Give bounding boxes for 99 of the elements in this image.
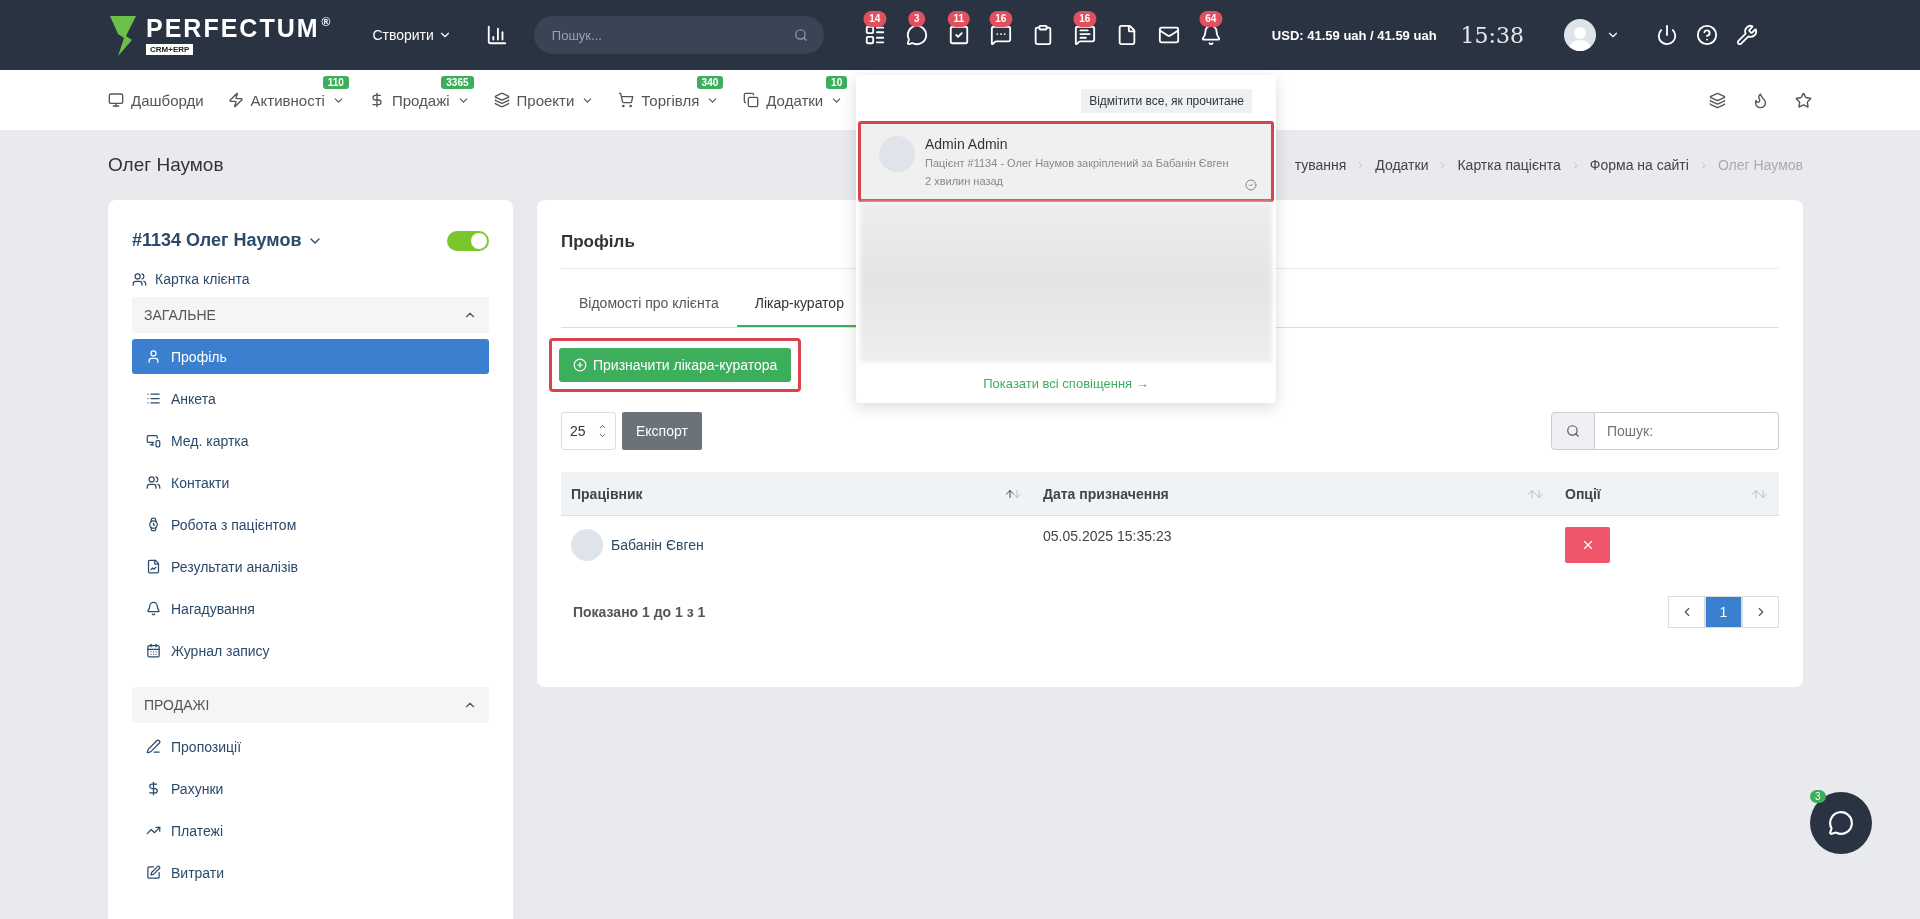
breadcrumb-link[interactable]: Форма на сайті	[1589, 157, 1689, 173]
nav-item[interactable]: Проекти	[493, 91, 595, 109]
message-icon[interactable]	[1073, 24, 1096, 46]
notification-author: Admin Admin	[925, 136, 1009, 152]
count-badge: 16	[989, 11, 1013, 27]
table-summary: Показано 1 до 1 з 1	[573, 604, 706, 620]
patient-title[interactable]: #1134 Олег Наумов	[132, 230, 324, 251]
layers-icon[interactable]	[1709, 91, 1726, 109]
sidebar-item[interactable]: Платежі	[132, 813, 489, 848]
mark-all-read-button[interactable]: Відмітити все, як прочитане	[1081, 89, 1252, 113]
count-badge: 340	[696, 75, 724, 89]
chat-icon[interactable]	[905, 24, 928, 46]
count-badge: 11	[947, 11, 971, 27]
checkbox-icon[interactable]	[947, 24, 970, 46]
count-badge: 64	[1199, 11, 1223, 27]
user-avatar[interactable]	[1564, 19, 1596, 51]
employee-link[interactable]: Бабанін Євген	[611, 537, 704, 553]
monitor-icon	[146, 433, 161, 448]
table-icon[interactable]	[863, 24, 886, 46]
mail-icon[interactable]	[1157, 24, 1180, 46]
star-icon[interactable]	[1795, 91, 1812, 109]
chevron-up-icon	[598, 422, 607, 431]
file-chart-icon	[146, 559, 161, 574]
page-title: Олег Наумов	[108, 154, 224, 176]
currency-rate: USD: 41.59 uah / 41.59 uah	[1271, 27, 1437, 43]
count-badge: 14	[863, 11, 887, 27]
breadcrumb-link[interactable]: тування	[1294, 157, 1347, 173]
create-menu[interactable]: Створити	[366, 26, 458, 44]
count-badge: 3365	[441, 75, 474, 89]
active-toggle[interactable]	[447, 230, 489, 251]
export-button[interactable]: Експорт	[622, 412, 702, 450]
bell-icon[interactable]	[1199, 24, 1222, 46]
sidebar-item[interactable]: Нагадування	[132, 591, 489, 626]
sidebar-item[interactable]: Анкета	[132, 381, 489, 416]
users-icon	[132, 271, 147, 287]
table-search-field[interactable]: Пошук:	[1595, 412, 1779, 450]
sidebar-item[interactable]: Витрати	[132, 855, 489, 890]
check-icon[interactable]	[1245, 178, 1257, 191]
bell-icon	[146, 601, 161, 616]
flame-icon[interactable]	[1752, 91, 1769, 109]
table-cell-text: 05.05.2025 15:35:23	[1042, 527, 1173, 546]
count-badge: 10	[826, 75, 848, 89]
avatar-circle	[571, 529, 603, 561]
list-icon	[146, 391, 161, 406]
sidebar-item[interactable]: Профіль	[132, 339, 489, 374]
sidebar-item[interactable]: Мед. картка	[132, 423, 489, 458]
section-header[interactable]: ПРОДАЖІ	[132, 687, 489, 723]
sidebar-item[interactable]: Журнал запису	[132, 633, 489, 668]
column-header[interactable]: Дата призначення	[1043, 485, 1169, 502]
sidebar-item[interactable]: Рахунки	[132, 771, 489, 806]
edit-icon	[146, 865, 161, 880]
page-button[interactable]: 1	[1705, 596, 1742, 628]
tab[interactable]: Відомості про клієнта	[561, 281, 737, 327]
section-header[interactable]: ЗАГАЛЬНЕ	[132, 297, 489, 333]
lightning-icon	[227, 92, 244, 108]
sort-icon[interactable]	[1004, 487, 1023, 500]
copy-icon	[743, 92, 760, 108]
column-header[interactable]: Опції	[1565, 485, 1601, 502]
user-icon	[146, 349, 161, 364]
sidebar-item[interactable]: Результати аналізів	[132, 549, 489, 584]
pen-icon	[146, 739, 161, 754]
plus-icon	[573, 358, 587, 372]
chat-icon	[1828, 810, 1854, 836]
logo-icon	[108, 14, 138, 56]
sidebar-item[interactable]: Контакти	[132, 465, 489, 500]
help-icon[interactable]	[1696, 24, 1718, 46]
search-icon	[793, 28, 808, 42]
sidebar-item[interactable]: Робота з пацієнтом	[132, 507, 489, 542]
sidebar-item[interactable]: Пропозиції	[132, 729, 489, 764]
users-icon	[146, 475, 161, 490]
watch-icon	[146, 517, 161, 532]
breadcrumb-link[interactable]: Картка пацієнта	[1457, 157, 1561, 173]
page-size-select[interactable]: 25	[561, 412, 616, 450]
wrench-icon[interactable]	[1736, 24, 1758, 46]
count-badge: 3	[1810, 790, 1826, 803]
count-badge: 110	[322, 75, 349, 89]
client-card-link[interactable]: Картка клієнта	[132, 271, 489, 287]
count-badge: 16	[1073, 11, 1097, 27]
nav-item[interactable]: Дашборди	[108, 91, 204, 109]
column-header[interactable]: Працівник	[571, 485, 643, 502]
layers-icon	[493, 92, 510, 108]
notification-text: Пацієнт #1134 - Олег Наумов закріплений за Бабанін Євген	[925, 156, 1229, 171]
chevron-down-icon	[598, 431, 607, 440]
search-field[interactable]: Пошук...	[533, 16, 824, 54]
logo-subtitle: CRM+ERP	[146, 43, 194, 55]
logo-text: PERFECTUM®	[146, 15, 333, 41]
clock-time: 15:38	[1460, 22, 1524, 48]
bar-chart-icon[interactable]	[485, 24, 508, 46]
monitor-icon	[108, 92, 124, 108]
power-icon[interactable]	[1656, 24, 1678, 46]
cart-icon	[618, 92, 635, 108]
dollar-icon	[146, 781, 161, 796]
notification-item[interactable]: Admin Admin Пацієнт #1134 - Олег Наумов закріплений за Бабанін Євген 2 хвилин назад	[858, 121, 1274, 202]
message-icon[interactable]	[989, 24, 1012, 46]
calendar-icon	[146, 643, 161, 658]
breadcrumb-link[interactable]: Додатки	[1375, 157, 1429, 173]
count-badge: 3	[908, 11, 926, 27]
notification-time: 2 хвилин назад	[925, 174, 1004, 187]
search-icon	[1566, 424, 1580, 438]
